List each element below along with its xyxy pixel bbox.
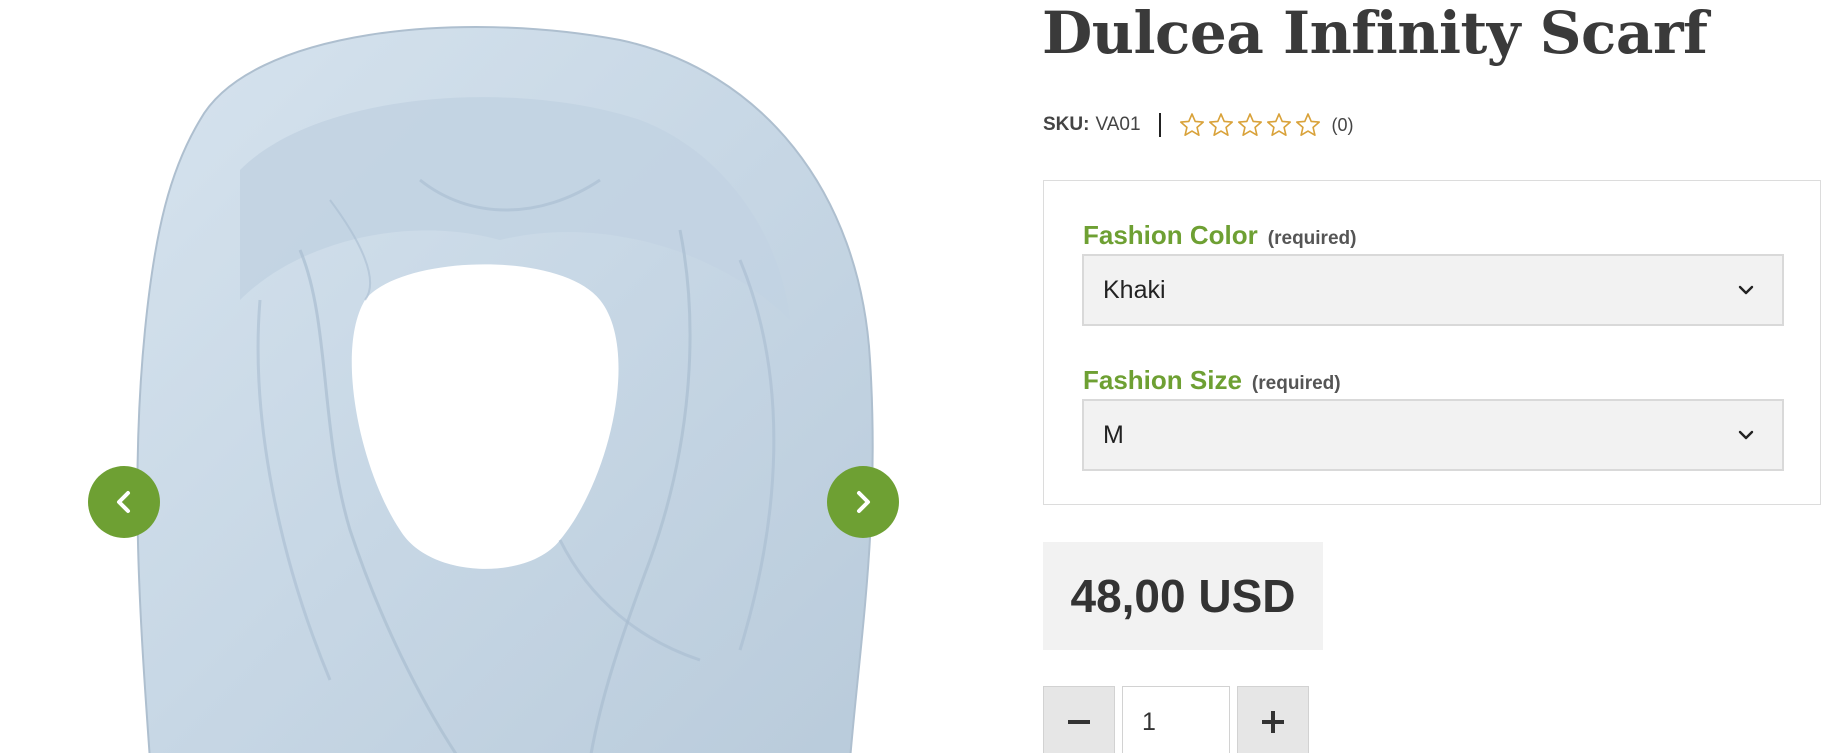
product-page: Dulcea Infinity Scarf SKU: VA01 (0) Fash… [0,0,1837,753]
plus-icon [1262,711,1284,733]
minus-icon [1068,720,1090,724]
size-select[interactable]: M [1082,399,1784,471]
color-selected-value: Khaki [1103,275,1166,304]
size-label: Fashion Size [1083,365,1242,395]
size-field-label: Fashion Size (required) [1083,365,1341,396]
color-label: Fashion Color [1083,220,1258,250]
sku-value: VA01 [1095,114,1141,135]
product-image [136,26,874,753]
chevron-down-icon [1738,285,1754,295]
chevron-left-icon [117,491,130,513]
quantity-decrease-button[interactable] [1043,686,1115,753]
star-icon [1266,113,1291,137]
chevron-down-icon [1738,430,1754,440]
star-icon [1295,113,1320,137]
product-price: 48,00 USD [1043,542,1323,650]
review-count[interactable]: (0) [1332,115,1354,136]
size-required-note: (required) [1251,373,1341,394]
product-gallery [0,0,1000,753]
product-meta: SKU: VA01 (0) [1043,108,1354,142]
size-selected-value: M [1103,420,1124,449]
chevron-right-icon [857,491,870,513]
star-icon [1179,113,1204,137]
rating-stars[interactable] [1179,112,1324,138]
color-required-note: (required) [1267,228,1357,249]
color-select[interactable]: Khaki [1082,254,1784,326]
gallery-prev-button[interactable] [88,466,160,538]
product-title: Dulcea Infinity Scarf [1042,0,1708,67]
color-field-label: Fashion Color (required) [1083,220,1356,251]
quantity-input[interactable] [1122,686,1230,753]
star-icon [1208,113,1233,137]
meta-divider [1158,113,1161,137]
gallery-next-button[interactable] [827,466,899,538]
product-options: Fashion Color (required) Khaki Fashion S… [1043,180,1821,505]
quantity-increase-button[interactable] [1237,686,1309,753]
star-icon [1237,113,1262,137]
sku-label: SKU: [1043,114,1090,135]
